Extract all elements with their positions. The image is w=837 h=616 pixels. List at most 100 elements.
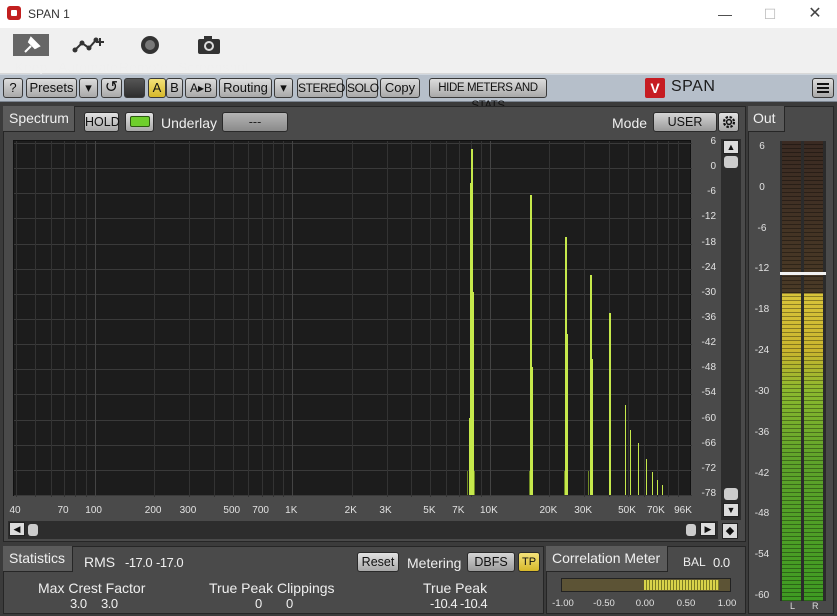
output-meter-right [804,141,823,601]
grid-line-vertical [85,141,87,497]
scroll-right-arrow-icon[interactable]: ▶ [700,522,716,536]
rms-right-value: -17.0 [156,555,184,570]
spectrum-peak-line [468,417,470,495]
app-icon [7,6,21,20]
automate-button[interactable]: Automate [58,32,120,75]
grid-line-vertical [283,141,285,497]
grid-line-horizontal [14,143,692,144]
grid-line-vertical [386,141,388,497]
true-peak-toggle[interactable]: TP [518,552,540,572]
preset-b-button[interactable]: B [166,78,183,98]
undo-button[interactable]: ↺ [101,78,122,98]
spectrum-peak-line [637,442,639,495]
remote-button[interactable]: Remote [119,32,181,75]
grid-line-vertical [411,141,413,497]
spectrum-peak-line [651,472,653,495]
grid-line-vertical [678,141,680,497]
settings-button[interactable] [718,112,739,132]
copy-button[interactable]: Copy [380,78,420,98]
frequency-scale-label: 100 [85,505,102,516]
grid-line-vertical [35,141,37,497]
grid-line-vertical [668,141,670,497]
hamburger-icon-line [817,91,829,93]
grid-line-vertical [489,141,491,497]
rms-label: RMS [84,554,116,570]
scroll-down-arrow-icon[interactable]: ▼ [723,503,739,517]
preset-a-button[interactable]: A [148,78,166,98]
routing-button[interactable]: Routing [219,78,272,98]
correlation-scale-label: -1.00 [552,598,574,609]
correlation-bar [561,578,731,592]
grid-line-vertical [154,141,156,497]
frequency-scale-label: 2K [344,505,357,516]
presets-dropdown-button[interactable]: ▾ [79,78,98,98]
menu-button[interactable] [812,78,834,98]
metering-label: Metering [407,555,462,571]
db-scale-label: -6 [707,186,716,198]
output-meter-scale-label: -30 [754,385,770,397]
pin-icon [13,34,49,56]
scroll-left-arrow-icon[interactable]: ◀ [9,522,25,536]
db-scale-label: -42 [701,337,716,349]
reset-zoom-diamond-icon[interactable]: ◆ [722,523,738,539]
output-peak-hold-line [780,271,826,275]
max-crest-label: Max Crest Factor [38,580,146,596]
spectrum-vertical-scrollbar[interactable]: ▲ ▼ [721,139,741,520]
grid-line-vertical [273,141,275,497]
mode-label: Mode [612,115,648,131]
statistics-tab[interactable]: Statistics [3,546,73,572]
screenshot-label: Screenshot [178,59,249,75]
grid-line-vertical [188,141,190,497]
stereo-button[interactable]: STEREO [297,78,345,98]
solo-button[interactable]: SOLO [346,78,379,98]
spectrum-tab[interactable]: Spectrum [3,106,75,132]
spectrum-peak-line [656,480,658,495]
copy-a-to-b-button[interactable]: A▸B [185,78,217,98]
keep-open-button[interactable]: Keep open [0,32,62,91]
frequency-scale-label: 500 [223,505,241,516]
correlation-meter-tab[interactable]: Correlation Meter [546,546,668,572]
spectrum-noise-line [473,471,475,495]
grid-line-horizontal [14,218,692,220]
grid-line-vertical [459,141,461,497]
reset-button[interactable]: Reset [357,552,399,572]
spectrum-noise-line [528,471,530,495]
vertical-scroll-thumb[interactable] [724,156,738,168]
horizontal-scroll-thumb-right[interactable] [686,524,696,536]
grid-line-vertical [16,141,17,497]
spectrum-peak-line [471,291,474,495]
frequency-scale-label: 3K [379,505,392,516]
scroll-up-arrow-icon[interactable]: ▲ [723,140,739,154]
db-scale-label: -24 [701,261,716,273]
maximize-button[interactable]: ☐ [755,4,785,24]
redo-button[interactable] [124,78,145,98]
help-button[interactable]: ? [3,78,23,98]
db-scale-label: -54 [701,387,716,399]
screenshot-button[interactable]: Screenshot [178,32,249,75]
gear-icon [722,115,735,129]
vertical-scroll-thumb-bottom[interactable] [724,488,738,500]
close-button[interactable]: ✕ [800,4,830,24]
frequency-scale-label: 20K [539,505,558,516]
metering-select[interactable]: DBFS [467,552,515,572]
grid-line-vertical [643,141,645,497]
minimize-button[interactable]: — [710,4,740,24]
spectrum-plot[interactable] [13,140,692,497]
db-scale-label: -72 [701,462,716,474]
mode-select[interactable]: USER [653,112,717,132]
presets-button[interactable]: Presets [26,78,77,98]
out-tab[interactable]: Out [748,106,785,132]
output-meter-scale-label: 0 [759,181,765,193]
hold-toggle[interactable] [125,112,154,132]
spectrum-peak-line [531,367,534,495]
hold-button[interactable]: HOLD [84,112,120,132]
hold-led [129,116,150,127]
hide-meters-button[interactable]: HIDE METERS AND STATS [429,78,547,112]
routing-dropdown-button[interactable]: ▾ [274,78,293,98]
horizontal-scroll-thumb-left[interactable] [28,524,38,536]
underlay-select[interactable]: --- [222,112,288,132]
max-crest-left-value: 3.0 [70,596,87,611]
frequency-scale-label: 30K [574,505,593,516]
meter-right-label: R [812,601,819,611]
spectrum-horizontal-scrollbar[interactable]: ◀ ▶ [8,521,718,539]
